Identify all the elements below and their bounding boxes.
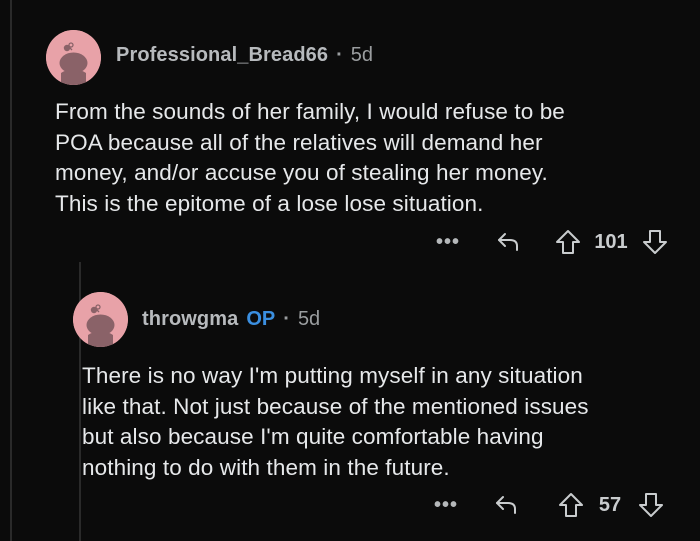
- comment-actions: ••• 101: [0, 227, 700, 257]
- comment-meta: Professional_Bread66 · 5d: [116, 44, 373, 67]
- op-badge: OP: [246, 308, 276, 330]
- comment-body-line: nothing to do with them in the future.: [82, 454, 450, 480]
- comment-body-line: There is no way I'm putting myself in an…: [82, 363, 583, 388]
- meta-separator: ·: [283, 308, 290, 330]
- comment-age: 5d: [350, 44, 374, 66]
- snoo-avatar-icon[interactable]: [46, 30, 101, 85]
- more-options-button[interactable]: •••: [431, 490, 461, 520]
- comment-body: From the sounds of her family, I would r…: [55, 97, 565, 219]
- comment-body-line: POA because all of the relatives will de…: [55, 129, 543, 155]
- more-options-button[interactable]: •••: [433, 227, 463, 257]
- upvote-icon[interactable]: [553, 227, 583, 257]
- snoo-avatar-icon[interactable]: [73, 292, 128, 347]
- meta-separator: ·: [336, 44, 343, 66]
- comment-body-line: but also because I'm quite comfortable h…: [82, 424, 544, 449]
- comment-body-line: like that. Not just because of the menti…: [82, 393, 589, 419]
- downvote-icon[interactable]: [636, 490, 666, 520]
- username[interactable]: throwgma: [142, 308, 238, 331]
- username[interactable]: Professional_Bread66: [116, 44, 328, 67]
- comment-age: 5d: [297, 308, 321, 330]
- comment-actions: ••• 57: [0, 490, 700, 520]
- reply-icon[interactable]: [492, 490, 522, 520]
- comment-body-line: This is the epitome of a lose lose situa…: [55, 190, 484, 216]
- downvote-icon[interactable]: [640, 227, 670, 257]
- comment-body-line: From the sounds of her family, I would r…: [55, 99, 565, 124]
- vote-score: 101: [594, 230, 628, 253]
- comment-body: There is no way I'm putting myself in an…: [82, 361, 589, 483]
- comment-body-line: money, and/or accuse you of stealing her…: [55, 160, 548, 185]
- comment-meta: throwgma OP · 5d: [142, 308, 320, 331]
- reply-icon[interactable]: [494, 227, 524, 257]
- upvote-icon[interactable]: [556, 490, 586, 520]
- thread-line-root[interactable]: [10, 0, 12, 541]
- vote-score: 57: [598, 493, 622, 516]
